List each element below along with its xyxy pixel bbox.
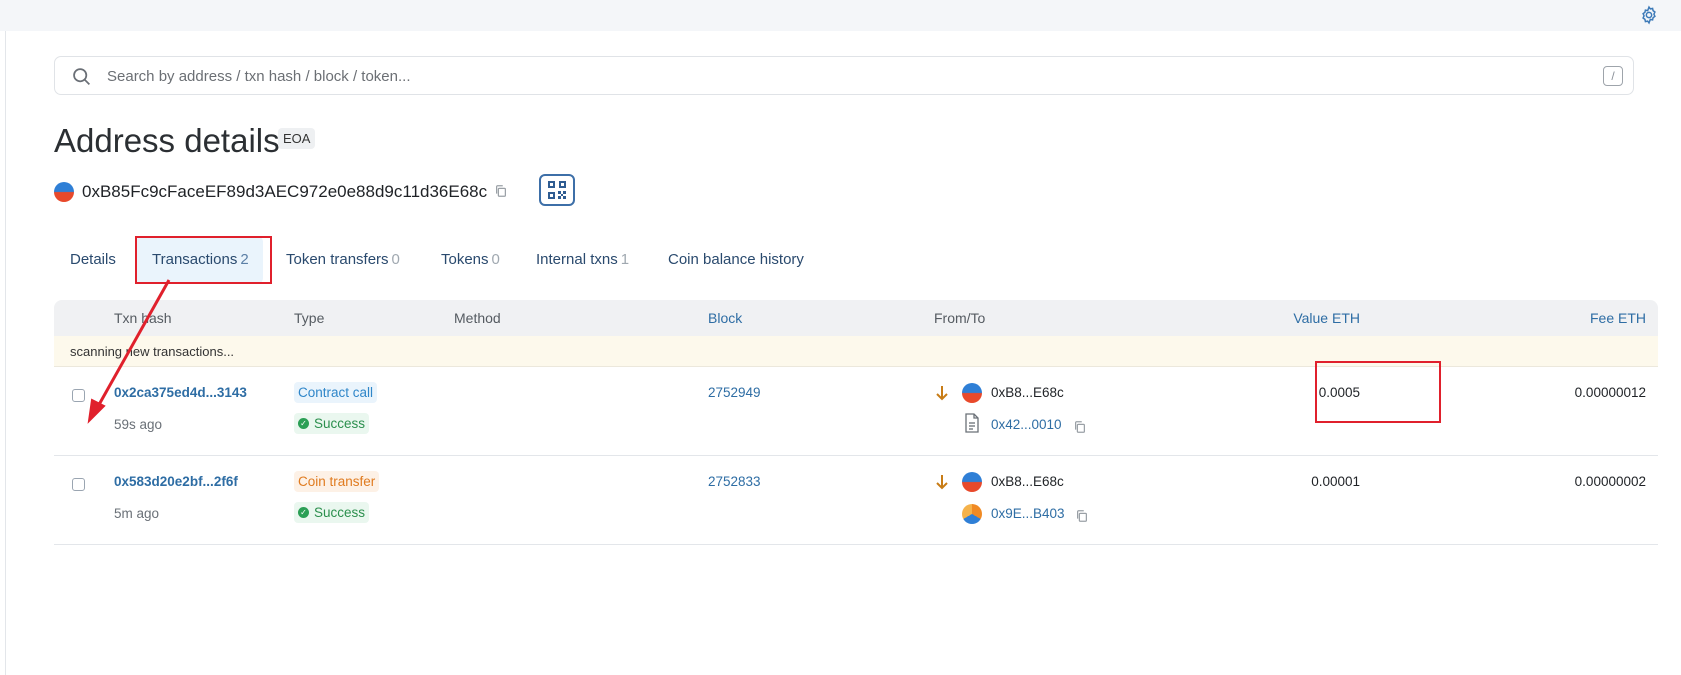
- txn-type-tag: Coin transfer: [294, 471, 380, 492]
- table-row: 0x2ca375ed4d...3143 59s ago Contract cal…: [54, 367, 1658, 456]
- tab-count: 1: [620, 251, 630, 268]
- block-link[interactable]: 2752949: [708, 385, 761, 400]
- scanning-banner: scanning new transactions...: [54, 336, 1658, 367]
- expand-row-icon[interactable]: [72, 389, 85, 402]
- header-method: Method: [454, 310, 501, 326]
- copy-icon[interactable]: [1075, 509, 1089, 523]
- tab-count: 0: [491, 251, 500, 268]
- address-hash: 0xB85Fc9cFaceEF89d3AEC972e0e88d9c11d36E6…: [82, 182, 488, 201]
- from-avatar: [962, 472, 982, 492]
- to-address-link[interactable]: 0x42...0010: [991, 417, 1062, 432]
- header-from-to: From/To: [934, 310, 986, 326]
- scanning-text: scanning new transactions...: [70, 344, 235, 359]
- account-type-badge: EOA: [278, 128, 316, 149]
- txn-age: 5m ago: [114, 506, 160, 521]
- header-value[interactable]: Value ETH: [1293, 300, 1360, 336]
- qr-code-button[interactable]: [539, 174, 575, 206]
- tab-tokens[interactable]: Tokens 0: [425, 236, 516, 284]
- value-eth: 0.0005: [1318, 385, 1360, 400]
- copy-icon[interactable]: [494, 184, 508, 198]
- from-avatar: [962, 383, 982, 403]
- gear-icon[interactable]: [1639, 5, 1659, 25]
- table-row: 0x583d20e2bf...2f6f 5m ago Coin transfer…: [54, 456, 1658, 545]
- tab-internal-txns[interactable]: Internal txns 1: [520, 236, 645, 284]
- tab-token-transfers[interactable]: Token transfers 0: [270, 236, 416, 284]
- block-link[interactable]: 2752833: [708, 474, 761, 489]
- txn-hash-link[interactable]: 0x583d20e2bf...2f6f: [114, 474, 238, 489]
- page-title: Address details: [54, 122, 280, 159]
- status-label: Success: [314, 505, 366, 520]
- tab-count: 0: [391, 251, 400, 268]
- expand-row-icon[interactable]: [72, 478, 85, 491]
- status-label: Success: [314, 416, 366, 431]
- from-address[interactable]: 0xB8...E68c: [991, 385, 1064, 400]
- search-input[interactable]: [105, 65, 1555, 87]
- left-divider: [5, 31, 6, 675]
- header-fee[interactable]: Fee ETH: [1590, 300, 1646, 336]
- txn-hash-link[interactable]: 0x2ca375ed4d...3143: [114, 385, 247, 400]
- copy-icon[interactable]: [1073, 420, 1087, 434]
- txn-age: 59s ago: [114, 417, 163, 432]
- table-header: Txn hash Type Method Block From/To Value…: [54, 300, 1658, 336]
- to-avatar: [962, 504, 982, 524]
- value-eth: 0.00001: [1311, 474, 1360, 489]
- status-badge: ✓ Success: [294, 502, 370, 523]
- success-check-icon: ✓: [298, 418, 309, 429]
- success-check-icon: ✓: [298, 507, 309, 518]
- tab-count: 2: [240, 251, 249, 268]
- txn-type-tag: Contract call: [294, 382, 378, 403]
- status-badge: ✓ Success: [294, 413, 370, 434]
- fee-eth: 0.00000002: [1574, 474, 1646, 489]
- to-address-link[interactable]: 0x9E...B403: [991, 506, 1065, 521]
- incoming-arrow-icon: [936, 386, 948, 401]
- search-shortcut-key: /: [1603, 66, 1623, 86]
- fee-eth: 0.00000012: [1574, 385, 1646, 400]
- header-txn-hash: Txn hash: [114, 310, 172, 326]
- qr-code-icon: [548, 181, 566, 199]
- tab-transactions[interactable]: Transactions 2: [136, 236, 263, 284]
- search-icon: [73, 68, 90, 85]
- header-block[interactable]: Block: [708, 300, 742, 336]
- incoming-arrow-icon: [936, 475, 948, 490]
- from-address[interactable]: 0xB8...E68c: [991, 474, 1064, 489]
- tab-details[interactable]: Details: [54, 236, 132, 284]
- address-avatar: [54, 182, 74, 202]
- search-bar[interactable]: /: [54, 56, 1634, 95]
- top-bar: [0, 0, 1681, 31]
- contract-file-icon: [965, 413, 979, 433]
- header-type: Type: [294, 310, 325, 326]
- tab-coin-balance-history[interactable]: Coin balance history: [652, 236, 820, 284]
